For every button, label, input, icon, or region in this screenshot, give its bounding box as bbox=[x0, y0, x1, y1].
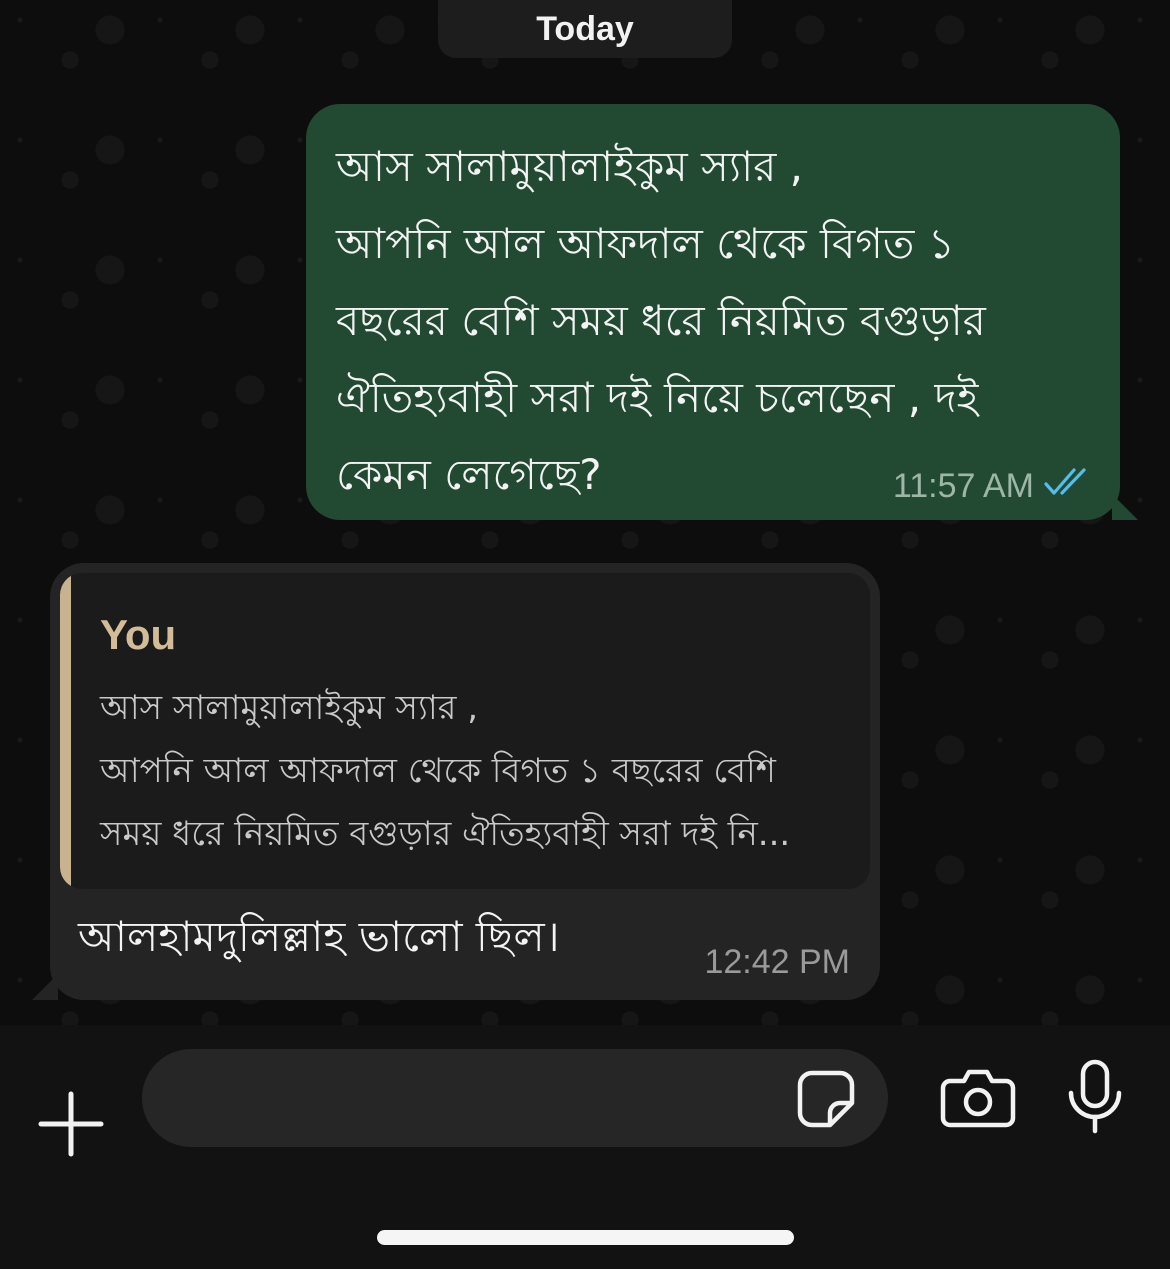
date-separator: Today bbox=[438, 0, 732, 58]
bubble-tail bbox=[32, 974, 58, 1000]
incoming-message-bubble[interactable]: You আস সালামুয়ালাইকুম স্যার , আপনি আল আ… bbox=[32, 563, 880, 1000]
camera-icon[interactable] bbox=[940, 1067, 1016, 1129]
bubble-tail bbox=[1112, 494, 1138, 520]
double-check-read-icon bbox=[1044, 467, 1092, 506]
microphone-icon[interactable] bbox=[1066, 1059, 1124, 1135]
plus-icon[interactable] bbox=[38, 1091, 104, 1157]
message-meta: 11:57 AM bbox=[893, 467, 1092, 506]
message-text: আস সালামুয়ালাইকুম স্যার , আপনি আল আফদাল… bbox=[336, 142, 986, 499]
quoted-message[interactable]: You আস সালামুয়ালাইকুম স্যার , আপনি আল আ… bbox=[60, 573, 870, 889]
message-text: আলহামদুলিল্লাহ ভালো ছিল। bbox=[78, 912, 560, 961]
outgoing-message-bubble[interactable]: আস সালামুয়ালাইকুম স্যার , আপনি আল আফদাল… bbox=[306, 104, 1138, 520]
message-input[interactable] bbox=[142, 1049, 888, 1147]
message-time: 12:42 PM bbox=[704, 943, 850, 981]
quote-author: You bbox=[100, 611, 177, 658]
quote-text: আস সালামুয়ালাইকুম স্যার , আপনি আল আফদাল… bbox=[100, 688, 791, 854]
home-indicator[interactable] bbox=[377, 1230, 794, 1245]
message-time: 11:57 AM bbox=[892, 467, 1034, 505]
sticker-icon[interactable] bbox=[796, 1069, 856, 1129]
quote-accent-bar bbox=[60, 573, 71, 889]
composer-bar bbox=[0, 1025, 1170, 1269]
